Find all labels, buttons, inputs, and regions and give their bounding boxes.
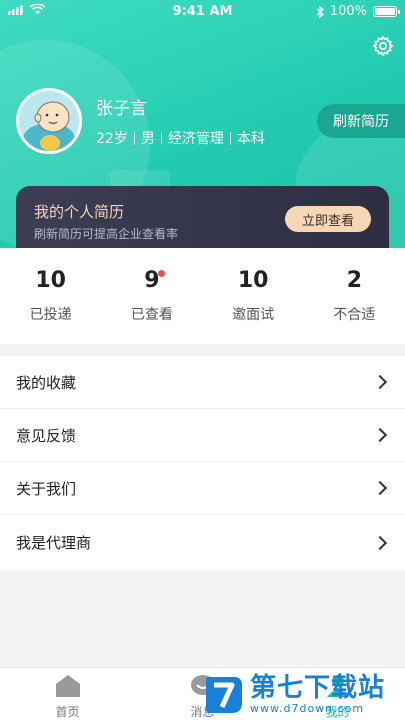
- avatar[interactable]: [16, 88, 82, 154]
- stat-viewed[interactable]: 9 已查看: [101, 248, 202, 344]
- tab-home[interactable]: 首页: [0, 668, 135, 720]
- divider: [133, 131, 135, 145]
- settings-menu: 我的收藏 意见反馈 关于我们 我是代理商: [0, 356, 405, 570]
- view-resume-button[interactable]: 立即查看: [285, 206, 371, 232]
- user-gender: 男: [140, 131, 155, 147]
- menu-item-label: 关于我们: [16, 479, 77, 498]
- user-major: 经济管理: [167, 131, 224, 147]
- stat-label: 已投递: [29, 307, 72, 323]
- watermark-title: 第七下载站: [250, 672, 386, 703]
- watermark-url: www.d7down.com: [250, 701, 365, 715]
- divider: [229, 131, 231, 145]
- menu-item-label: 我的收藏: [16, 373, 77, 392]
- stat-value: 2: [346, 268, 363, 293]
- menu-item-label: 我是代理商: [16, 534, 92, 552]
- stat-delivered[interactable]: 10 已投递: [0, 248, 101, 344]
- stat-label: 不合适: [333, 307, 376, 323]
- resume-card[interactable]: 我的个人简历 刷新简历可提高企业查看率 立即查看: [16, 186, 389, 248]
- user-meta: 22岁 男 经济管理 本科: [96, 128, 265, 148]
- home-icon: [55, 675, 80, 697]
- battery-icon: [373, 6, 400, 17]
- resume-card-title: 我的个人简历: [34, 203, 125, 221]
- resume-card-subtitle: 刷新简历可提高企业查看率: [34, 227, 179, 241]
- user-degree: 本科: [236, 131, 265, 147]
- stat-unsuitable[interactable]: 2 不合适: [304, 248, 405, 344]
- avatar-illustration: [19, 91, 79, 151]
- stat-value: 10: [35, 268, 66, 293]
- chevron-right-icon: [372, 374, 388, 390]
- status-bar: 9:41 AM 100%: [0, 0, 405, 24]
- chevron-right-icon: [372, 427, 388, 443]
- stat-label: 邀面试: [232, 307, 275, 323]
- menu-item-agent[interactable]: 我是代理商: [0, 515, 405, 570]
- tab-label: 首页: [55, 705, 80, 719]
- chevron-right-icon: [372, 535, 388, 550]
- menu-item-feedback[interactable]: 意见反馈: [0, 409, 405, 462]
- stats-bar: 10 已投递 9 已查看 10 邀面试 2 不合适: [0, 248, 405, 344]
- user-age: 22岁: [96, 131, 128, 147]
- gear-icon[interactable]: [371, 34, 395, 58]
- menu-item-about[interactable]: 关于我们: [0, 462, 405, 515]
- stat-value: 9: [144, 268, 160, 293]
- watermark-logo-icon: [206, 677, 242, 713]
- battery-percent: 100%: [329, 4, 367, 19]
- bluetooth-icon: [316, 5, 324, 18]
- stat-interview[interactable]: 10 邀面试: [203, 248, 304, 344]
- stat-value: 10: [237, 268, 269, 293]
- watermark: 第七下载站 www.d7down.com: [204, 670, 399, 718]
- user-name: 张子言: [96, 99, 147, 119]
- chevron-right-icon: [372, 480, 388, 496]
- menu-item-label: 意见反馈: [16, 426, 77, 445]
- divider: [160, 131, 162, 145]
- refresh-resume-button[interactable]: 刷新简历: [317, 104, 405, 138]
- stat-label: 已查看: [130, 307, 173, 323]
- menu-item-favorites[interactable]: 我的收藏: [0, 356, 405, 409]
